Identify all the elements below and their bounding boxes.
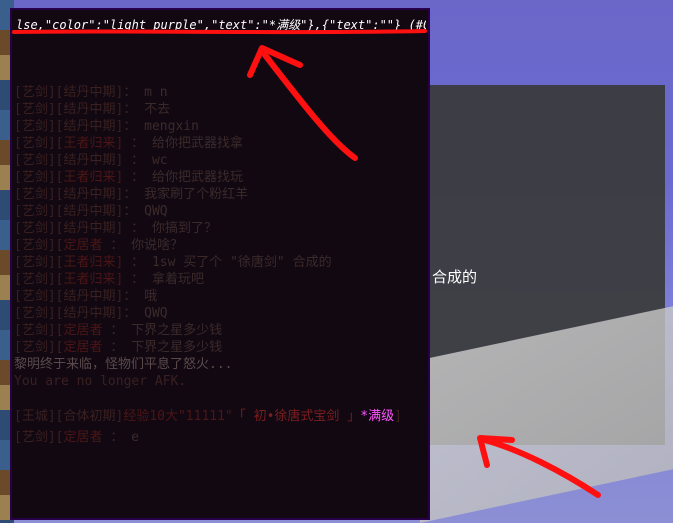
chat-line: [艺剑][王者归来] ： 拿着玩吧	[14, 272, 204, 288]
chat-prefix: [艺剑][	[14, 238, 64, 253]
chat-prefix: [艺剑][	[14, 272, 64, 287]
tooltip-title-item: *满级	[268, 18, 301, 32]
chat-line: [艺剑][结丹中期]： mengxin	[14, 119, 199, 135]
chat-line: [艺剑][结丹中期]： 不去	[14, 102, 170, 118]
chat-line: [艺剑][定居者 ： e	[14, 430, 139, 446]
chat-name: 王者归来]	[63, 255, 124, 270]
chat-prefix: [艺剑][	[14, 255, 64, 270]
chat-prefix: [艺剑][结丹中期]	[14, 306, 124, 321]
tooltip-title-prefix: lse,"color":"light_purple","text":"	[16, 18, 269, 32]
chat-line: [艺剑][定居者 ： 你说啥？	[14, 238, 183, 254]
chat-text: ： 给你把武器找玩	[123, 170, 243, 185]
chat-text: You are no longer AFK.	[14, 374, 187, 389]
chat-prefix: [艺剑][	[14, 170, 64, 185]
chat-text: ： 你说啥？	[102, 238, 184, 253]
chat-line-item-link: [王城][合体初期]经验10大"11111"「 初•徐唐式宝剑 」*满级]	[14, 409, 402, 425]
chat-text: ： 哦	[123, 289, 158, 304]
chat-prefix: [王城][合体初期]	[14, 409, 124, 424]
chat-line: [艺剑][结丹中期]： 哦	[14, 289, 157, 305]
chat-line: You are no longer AFK.	[14, 374, 186, 390]
chat-prefix: [艺剑][结丹中期]	[14, 221, 124, 236]
chat-item-link[interactable]: 「 初•徐唐式宝剑 」	[233, 409, 360, 424]
chat-line: [艺剑][结丹中期]： 我家刷了个粉红羊	[14, 187, 248, 203]
chat-name: 王者归来]	[63, 170, 124, 185]
chat-text: ： QWQ	[123, 204, 168, 219]
chat-text: ： QWQ	[123, 306, 168, 321]
chat-line: [艺剑][结丹中期] ： 你搞到了？	[14, 221, 217, 237]
chat-name: 王者归来]	[63, 272, 124, 287]
chat-line: [艺剑][结丹中期]： m n	[14, 85, 168, 101]
chat-prefix: [艺剑][结丹中期]	[14, 102, 124, 117]
chat-text: ： 给你把武器找拿	[123, 136, 243, 151]
chat-name: 定居者	[63, 238, 103, 253]
chat-prefix: [艺剑][结丹中期]	[14, 85, 124, 100]
chat-name: 经验10大"11111"	[123, 409, 233, 424]
chat-line: [艺剑][王者归来] ： 1sw 买了个 "徐唐剑" 合成的	[14, 255, 332, 271]
chat-line: [艺剑][结丹中期]： QWQ	[14, 306, 168, 322]
chat-prefix: [艺剑][	[14, 430, 64, 445]
chat-text: ： 下界之星多少钱	[102, 340, 223, 355]
chat-line: [艺剑][王者归来] ： 给你把武器找玩	[14, 170, 243, 186]
chat-prefix: [艺剑][结丹中期]	[14, 187, 124, 202]
chat-name: 定居者	[63, 323, 103, 338]
chat-prefix: [艺剑][结丹中期]	[14, 119, 124, 134]
chat-line: [艺剑][定居者 ： 下界之星多少钱	[14, 340, 222, 356]
tooltip-title-suffix: "},{"text":""}	[300, 18, 402, 32]
chat-text: ： 我家刷了个粉红羊	[123, 187, 249, 202]
floating-chat-overflow: 合成的	[432, 268, 478, 286]
chat-text: ： wc	[123, 153, 168, 168]
chat-line: [艺剑][定居者 ： 下界之星多少钱	[14, 323, 222, 339]
chat-text: ： 拿着玩吧	[123, 272, 204, 287]
chat-prefix: [艺剑][	[14, 136, 64, 151]
chat-line: [艺剑][结丹中期]： QWQ	[14, 204, 168, 220]
chat-name: 定居者	[63, 430, 103, 445]
chat-name: 定居者	[63, 340, 103, 355]
chat-text: ： mengxin	[123, 119, 199, 134]
chat-line: [艺剑][王者归来] ： 给你把武器找拿	[14, 136, 243, 152]
chat-name: 王者归来]	[63, 136, 124, 151]
chat-prefix: [艺剑][结丹中期]	[14, 289, 124, 304]
chat-text: ： 你搞到了？	[123, 221, 217, 236]
chat-prefix: [艺剑][	[14, 323, 64, 338]
chat-prefix: [艺剑][结丹中期]	[14, 153, 124, 168]
chat-text: ： 不去	[123, 102, 171, 117]
chat-prefix: [艺剑][	[14, 340, 64, 355]
chat-line: 黎明终于来临，怪物们平息了怒火...	[14, 357, 232, 373]
chat-item-tag[interactable]: *满级	[360, 409, 394, 424]
chat-prefix: [艺剑][结丹中期]	[14, 204, 124, 219]
chat-line: [艺剑][结丹中期] ： wc	[14, 153, 168, 169]
tooltip-title: lse,"color":"light_purple","text":"*满级"}…	[16, 14, 426, 36]
chat-text: ： e	[102, 430, 139, 445]
tooltip-item-id: (#0276)	[408, 18, 427, 32]
chat-text: ： 1sw 买了个 "徐唐剑" 合成的	[123, 255, 332, 270]
chat-text: ： 下界之星多少钱	[102, 323, 223, 338]
chat-text: ： m n	[123, 85, 168, 100]
chat-item-close: ]	[394, 409, 402, 424]
chat-text: 黎明终于来临，怪物们平息了怒火...	[14, 357, 233, 372]
